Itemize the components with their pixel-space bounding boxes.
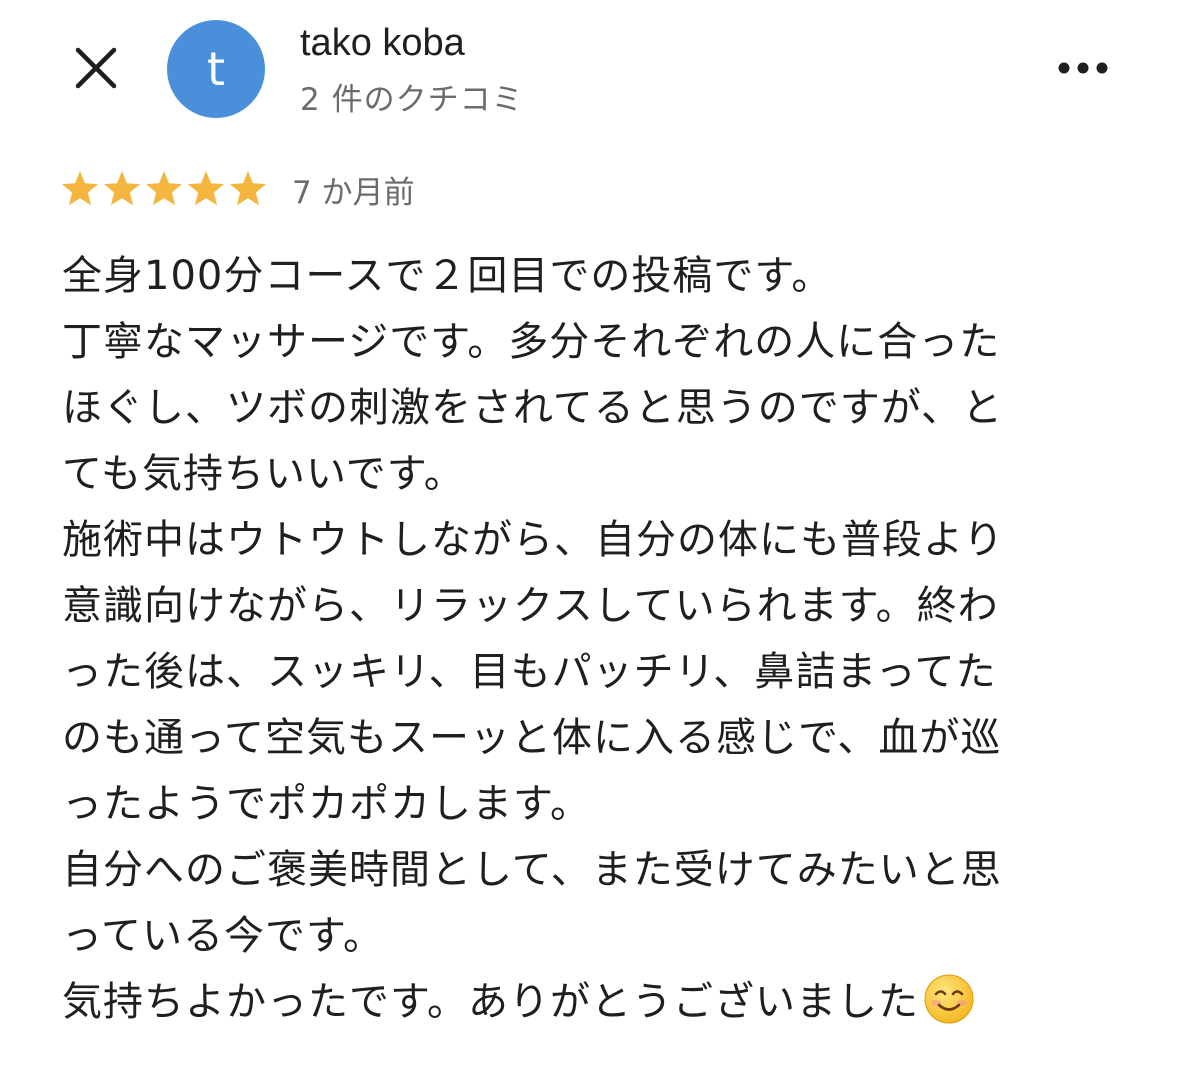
more-options-button[interactable] (1052, 50, 1114, 86)
more-horizontal-icon (1058, 62, 1108, 74)
review-text-line: 丁寧なマッサージです。多分それぞれの人に合った (62, 319, 1001, 365)
review-text-line: 意識向けながら、リラックスしていられます。終わ (62, 583, 999, 629)
rating-row: 7 か月前 (60, 166, 415, 212)
review-text-line: 自分へのご褒美時間として、また受けてみたいと思 (62, 847, 1002, 893)
review-text-line: 気持ちよかったです。ありがとうございました (62, 969, 1122, 1035)
review-text-line: 施術中はウトウトしながら、自分の体にも普段より (62, 517, 1005, 563)
star-icon (188, 171, 224, 206)
review-date: 7 か月前 (292, 174, 415, 211)
close-icon (75, 47, 117, 89)
review-text-line: 全身100分コースで２回目での投稿です。 (62, 253, 833, 299)
smiling-face-emoji-icon (924, 974, 974, 1024)
close-button[interactable] (66, 38, 126, 98)
review-text-line: った後は、スッキリ、目もパッチリ、鼻詰まってた (62, 649, 997, 695)
avatar[interactable]: t (167, 20, 265, 118)
star-icon (146, 171, 182, 206)
review-text-line: ったようでポカポカします。 (62, 781, 591, 827)
star-icon (104, 171, 140, 206)
review-text-line: のも通って空気もスーッと体に入る感じで、血が巡 (62, 715, 1002, 761)
review-text-line: ほぐし、ツボの刺激をされてると思うのですが、と (62, 385, 1003, 431)
review-text: 全身100分コースで２回目での投稿です。丁寧なマッサージです。多分それぞれの人に… (62, 243, 1122, 1035)
avatar-letter: t (206, 42, 226, 96)
author-name[interactable]: tako koba (300, 22, 465, 65)
review-count[interactable]: 2 件のクチコミ (300, 74, 524, 119)
review-text-line: ても気持ちいいです。 (62, 451, 465, 497)
star-icon (62, 171, 98, 206)
star-icon (230, 171, 266, 206)
star-rating (60, 169, 268, 209)
review-text-line: っている今です。 (62, 913, 384, 959)
